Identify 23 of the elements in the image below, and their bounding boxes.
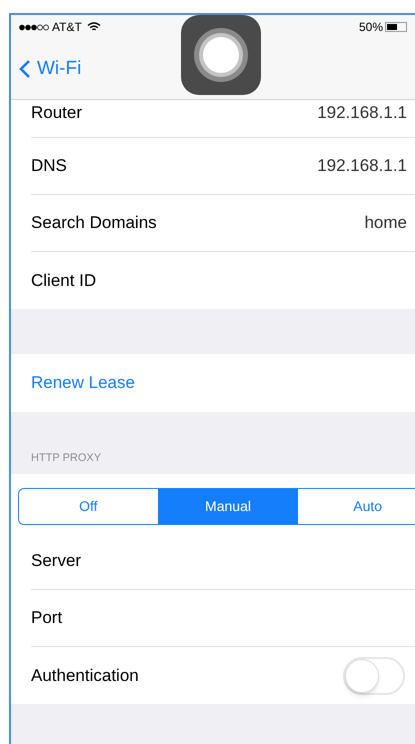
row-value: home (364, 212, 407, 234)
chevron-left-icon (19, 59, 31, 79)
assistive-touch-button[interactable] (181, 15, 261, 95)
row-label: Client ID (31, 270, 96, 292)
back-button[interactable]: Wi-Fi (11, 54, 82, 84)
row-label: Authentication (31, 664, 139, 687)
battery-percent: 50% (358, 19, 383, 36)
segment-tab[interactable]: Manual (158, 489, 298, 524)
battery-icon (385, 22, 407, 32)
row-label: Port (31, 607, 62, 630)
carrier-name: AT&T (52, 19, 82, 36)
wifi-icon (86, 22, 101, 32)
signal-icon (19, 24, 49, 30)
row-value: 192.168.1.1 (317, 155, 407, 178)
row-value: 192.168.1.1 (317, 102, 407, 124)
renew-lease-link[interactable]: Renew Lease (31, 370, 135, 396)
row-label: Server (31, 550, 82, 572)
row-label: Router (31, 102, 82, 124)
section-header: HTTP PROXY (31, 450, 102, 466)
row-label: DNS (31, 155, 67, 178)
toggle-switch[interactable] (343, 656, 405, 694)
circle-icon (194, 28, 248, 82)
row-label: Search Domains (31, 212, 157, 234)
